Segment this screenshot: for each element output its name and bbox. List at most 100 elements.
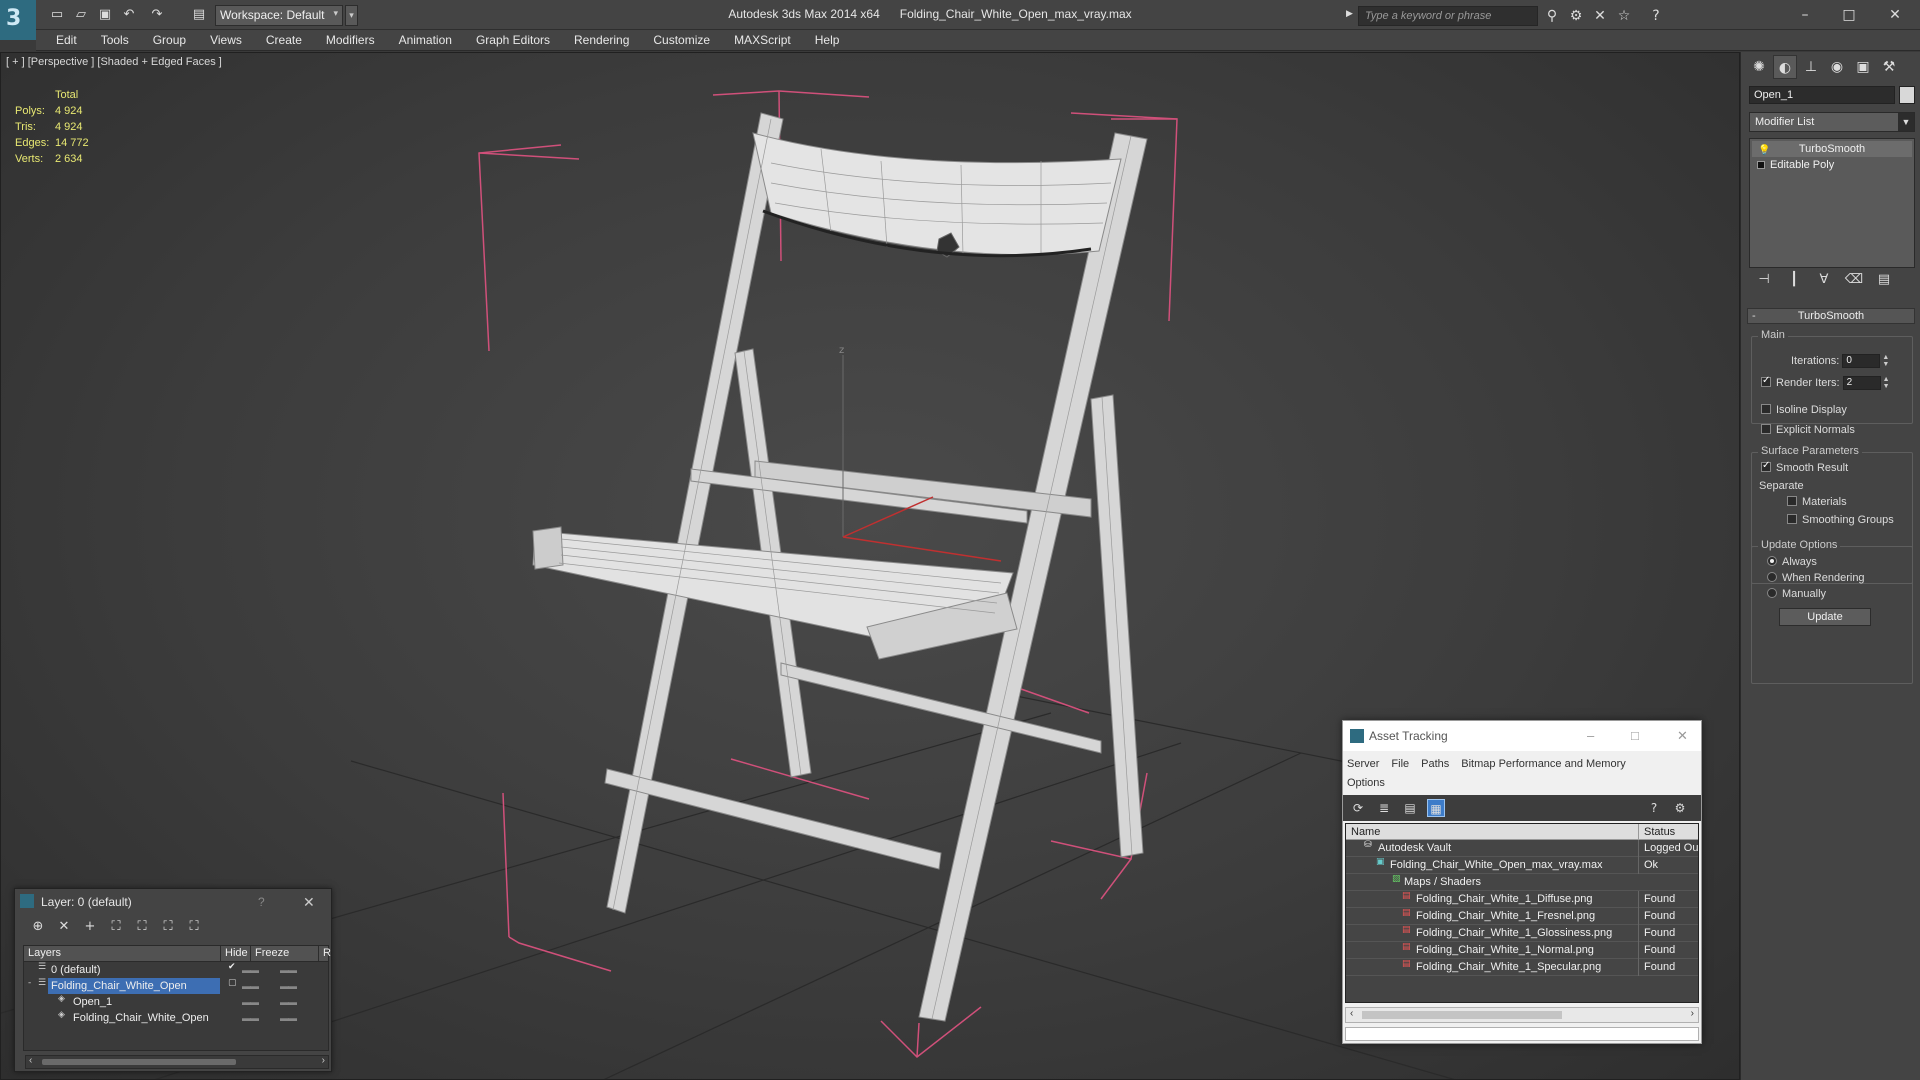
object-name-field[interactable]: Open_1 <box>1749 86 1895 104</box>
minimize-button[interactable]: – <box>1790 4 1820 26</box>
refresh-icon[interactable]: ⟳ <box>1349 799 1367 817</box>
menu-views[interactable]: Views <box>198 30 254 47</box>
asset-tracking-titlebar[interactable]: Asset Tracking – □ ✕ <box>1343 721 1701 751</box>
help-button[interactable]: ? <box>258 889 265 915</box>
menu-animation[interactable]: Animation <box>387 30 464 47</box>
layer-row[interactable]: ◈ Folding_Chair_White_Open ▬▬ ▬▬ <box>24 1010 328 1026</box>
stack-item-turbosmooth[interactable]: 💡 TurboSmooth <box>1752 141 1912 157</box>
layer-row[interactable]: ☰ 0 (default) ✔ ▬▬ ▬▬ <box>24 962 328 978</box>
menu-edit[interactable]: Edit <box>36 30 89 47</box>
column-status[interactable]: Status <box>1638 824 1675 840</box>
hide-all-icon[interactable]: ⛶ <box>155 919 181 934</box>
menu-bitmap-performance[interactable]: Bitmap Performance and Memory <box>1461 758 1625 770</box>
layer-row[interactable]: - ☰ Folding_Chair_White_Open ▢ ▬▬ ▬▬ <box>24 978 328 994</box>
asset-hscrollbar[interactable]: ‹ › <box>1345 1007 1699 1023</box>
smoothing-groups-checkbox[interactable] <box>1787 514 1797 524</box>
freeze-all-icon[interactable]: ⛶ <box>181 919 207 934</box>
show-end-result-icon[interactable]: ┃ <box>1779 272 1809 287</box>
column-name[interactable]: Name <box>1346 824 1380 840</box>
hide-toggle[interactable]: ▬▬ <box>242 978 259 994</box>
help-icon[interactable]: ? <box>1646 6 1666 26</box>
hierarchy-tab-icon[interactable]: ⊥ <box>1799 55 1823 79</box>
binoculars-icon[interactable]: ⚲ <box>1542 6 1562 26</box>
scroll-left-icon[interactable]: ‹ <box>1350 1008 1353 1019</box>
detail-view-icon[interactable]: ▤ <box>1401 799 1419 817</box>
maximize-icon[interactable]: □ <box>1631 721 1639 751</box>
spinner-arrows-icon[interactable]: ▲ ▼ <box>1883 376 1891 390</box>
asset-row[interactable]: ▤ Folding_Chair_White_1_Specular.png Found <box>1346 959 1698 976</box>
list-view-icon[interactable]: ≣ <box>1375 799 1393 817</box>
configure-sets-icon[interactable]: ▤ <box>1869 272 1899 287</box>
table-view-icon[interactable]: ▦ <box>1427 799 1445 817</box>
menu-paths[interactable]: Paths <box>1421 758 1449 770</box>
turbosmooth-rollout-header[interactable]: - TurboSmooth <box>1747 308 1915 324</box>
close-icon[interactable]: ✕ <box>1677 721 1688 751</box>
highlight-layer-icon[interactable]: ⛶ <box>129 919 155 934</box>
search-expand-icon[interactable]: ▶ <box>1346 8 1353 19</box>
menu-group[interactable]: Group <box>141 30 198 47</box>
minimize-icon[interactable]: – <box>1587 721 1594 751</box>
stack-expand-icon[interactable] <box>1757 161 1765 169</box>
pin-stack-icon[interactable]: ⊣ <box>1749 272 1779 287</box>
select-objects-icon[interactable]: ⛶ <box>103 919 129 934</box>
menu-tools[interactable]: Tools <box>89 30 141 47</box>
modify-tab-icon[interactable]: ◐ <box>1773 55 1797 79</box>
object-color-swatch[interactable] <box>1899 86 1915 104</box>
menu-modifiers[interactable]: Modifiers <box>314 30 387 47</box>
always-radio[interactable] <box>1767 556 1777 566</box>
iterations-spinner[interactable]: 0 <box>1842 354 1881 368</box>
modifier-list-dropdown[interactable]: Modifier List ▼ <box>1749 112 1915 132</box>
utilities-tab-icon[interactable]: ⚒ <box>1877 55 1901 79</box>
column-freeze[interactable]: Freeze <box>250 946 289 961</box>
active-checkmark-icon[interactable]: ✔ <box>228 962 236 972</box>
asset-row[interactable]: ▤ Folding_Chair_White_1_Normal.png Found <box>1346 942 1698 959</box>
communication-icon[interactable]: ✕ <box>1590 6 1610 26</box>
subscription-icon[interactable]: ⚙ <box>1566 6 1586 26</box>
freeze-toggle[interactable]: ▬▬ <box>280 962 297 978</box>
column-layers[interactable]: Layers <box>24 946 61 961</box>
layer-dialog-titlebar[interactable]: Layer: 0 (default) ? ✕ <box>15 889 331 915</box>
scroll-left-icon[interactable]: ‹ <box>29 1055 32 1066</box>
freeze-toggle[interactable]: ▬▬ <box>280 1010 297 1026</box>
explicit-normals-checkbox[interactable] <box>1761 424 1771 434</box>
set-current-icon[interactable]: ▢ <box>228 978 237 988</box>
scroll-right-icon[interactable]: › <box>322 1055 325 1066</box>
search-input[interactable]: Type a keyword or phrase <box>1358 6 1538 26</box>
manually-radio[interactable] <box>1767 588 1777 598</box>
menu-maxscript[interactable]: MAXScript <box>722 30 803 47</box>
display-tab-icon[interactable]: ▣ <box>1851 55 1875 79</box>
materials-checkbox[interactable] <box>1787 496 1797 506</box>
menu-file[interactable]: File <box>1391 758 1409 770</box>
create-tab-icon[interactable]: ✺ <box>1747 55 1771 79</box>
motion-tab-icon[interactable]: ◉ <box>1825 55 1849 79</box>
freeze-toggle[interactable]: ▬▬ <box>280 994 297 1010</box>
column-hide[interactable]: Hide <box>220 946 248 961</box>
asset-row[interactable]: ▨ Maps / Shaders <box>1346 874 1698 891</box>
scrollbar-thumb[interactable] <box>1362 1011 1562 1019</box>
menu-help[interactable]: Help <box>803 30 852 47</box>
menu-graph-editors[interactable]: Graph Editors <box>464 30 562 47</box>
menu-customize[interactable]: Customize <box>641 30 722 47</box>
when-rendering-radio[interactable] <box>1767 572 1777 582</box>
maximize-button[interactable]: □ <box>1834 4 1864 26</box>
freeze-toggle[interactable]: ▬▬ <box>280 978 297 994</box>
menu-options[interactable]: Options <box>1347 777 1385 789</box>
menu-rendering[interactable]: Rendering <box>562 30 641 47</box>
spinner-arrows-icon[interactable]: ▲ ▼ <box>1882 354 1890 368</box>
hide-toggle[interactable]: ▬▬ <box>242 1010 259 1026</box>
remove-modifier-icon[interactable]: ⌫ <box>1839 272 1869 287</box>
make-unique-icon[interactable]: ∀ <box>1809 272 1839 287</box>
layer-hscrollbar[interactable]: ‹ › <box>25 1055 329 1069</box>
scrollbar-thumb[interactable] <box>42 1059 236 1065</box>
viewport-label[interactable]: [ + ] [Perspective ] [Shaded + Edged Fac… <box>6 56 222 68</box>
asset-row[interactable]: ▤ Folding_Chair_White_1_Fresnel.png Found <box>1346 908 1698 925</box>
menu-create[interactable]: Create <box>254 30 314 47</box>
asset-row[interactable]: ▤ Folding_Chair_White_1_Glossiness.png Fou… <box>1346 925 1698 942</box>
close-button[interactable]: ✕ <box>1880 4 1910 26</box>
delete-layer-icon[interactable]: ✕ <box>51 919 77 934</box>
hide-toggle[interactable]: ▬▬ <box>242 994 259 1010</box>
close-icon[interactable]: ✕ <box>303 889 315 915</box>
create-layer-icon[interactable]: ⊕ <box>25 919 51 934</box>
collapse-icon[interactable]: - <box>28 978 31 988</box>
settings-icon[interactable]: ⚙ <box>1671 799 1689 817</box>
